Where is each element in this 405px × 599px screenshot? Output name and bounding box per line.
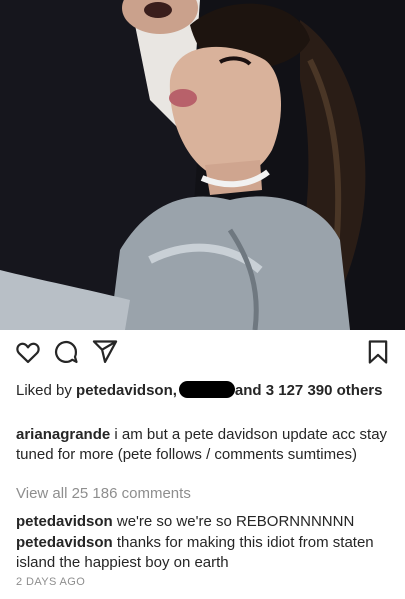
post-timestamp: 2 DAYS AGO xyxy=(16,576,86,588)
post-action-bar xyxy=(0,338,405,372)
comment-icon[interactable] xyxy=(52,338,80,366)
heart-icon[interactable] xyxy=(14,338,42,366)
post-caption: arianagrande i am but a pete davidson up… xyxy=(16,425,388,465)
comment-text: we're so we're so REBORNNNNNN xyxy=(112,513,355,530)
post-photo[interactable] xyxy=(0,0,405,330)
liked-by-user[interactable]: petedavidson, xyxy=(76,382,177,399)
comment-item: petedavidson we're so we're so REBORNNNN… xyxy=(16,512,388,532)
likes-count[interactable]: and 3 127 390 others xyxy=(235,382,383,399)
share-icon[interactable] xyxy=(91,338,119,366)
likes-summary[interactable]: Liked by petedavidson, and 3 127 390 othe… xyxy=(16,381,386,401)
likes-prefix: Liked by xyxy=(16,382,77,399)
view-all-comments-link[interactable]: View all 25 186 comments xyxy=(16,484,191,504)
comment-username[interactable]: petedavidson xyxy=(16,534,113,551)
instagram-post: Liked by petedavidson, and 3 127 390 othe… xyxy=(0,0,405,599)
comment-username[interactable]: petedavidson xyxy=(16,513,113,530)
post-photo-art xyxy=(0,0,405,330)
redaction-mark xyxy=(178,381,235,398)
bookmark-icon[interactable] xyxy=(364,338,392,366)
caption-username[interactable]: arianagrande xyxy=(16,426,110,443)
comment-item: petedavidson thanks for making this idio… xyxy=(16,533,376,573)
